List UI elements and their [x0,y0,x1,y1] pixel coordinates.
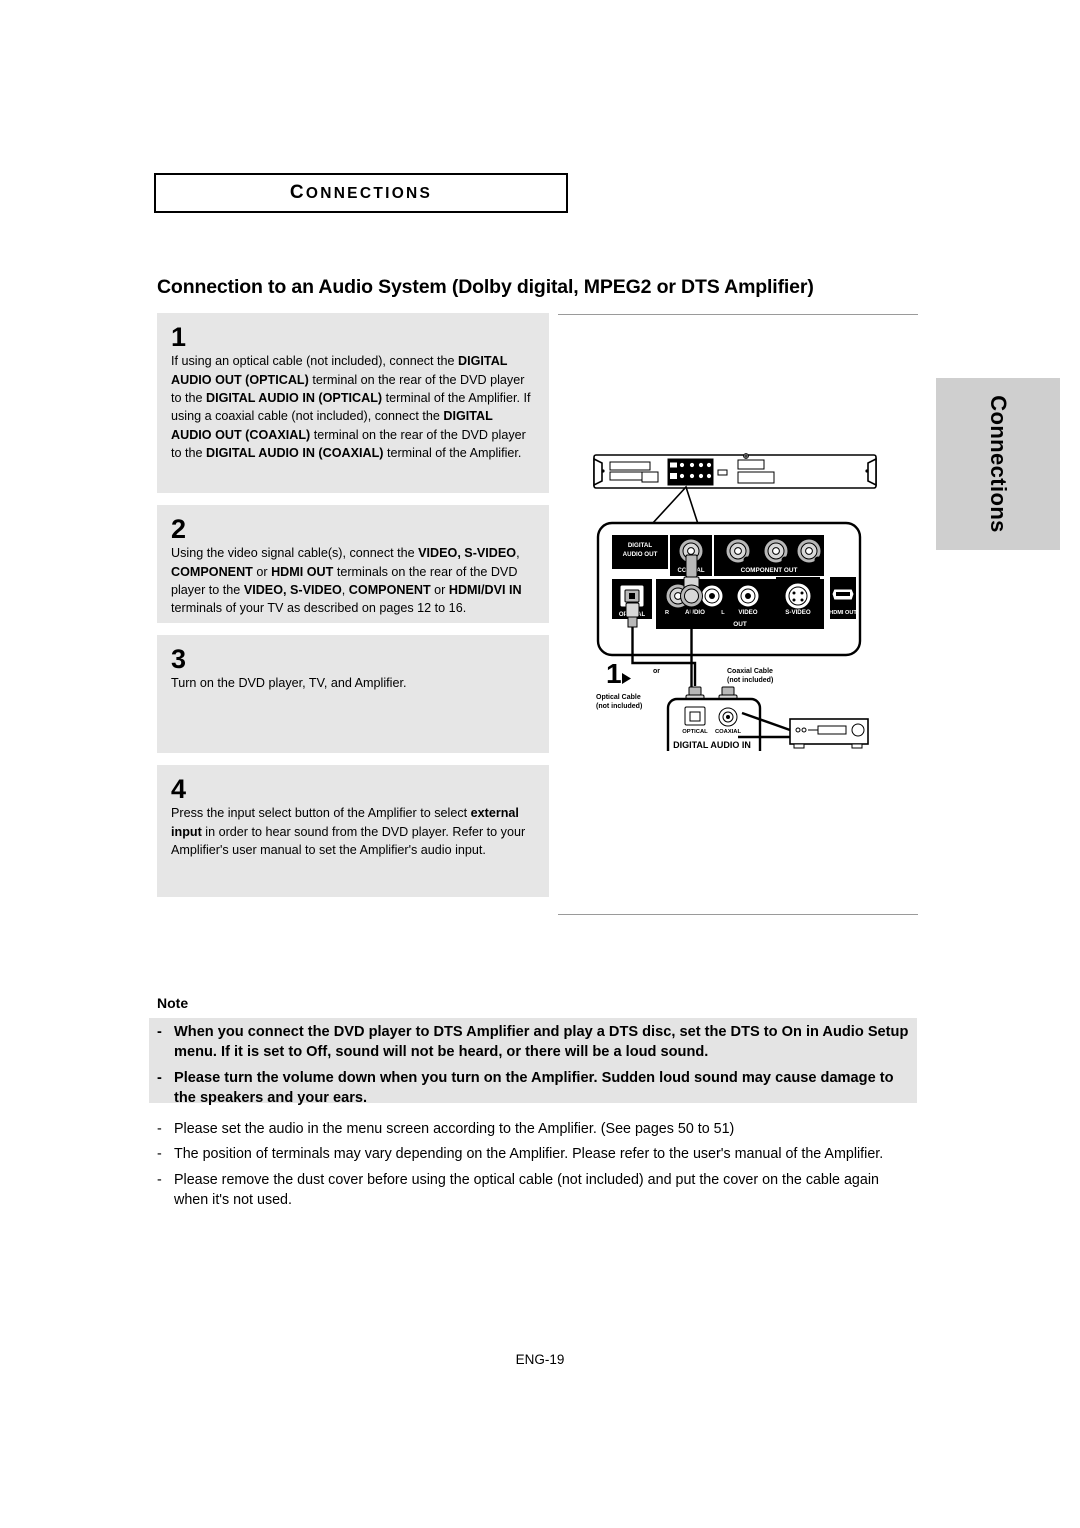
label-coaxial-cable: Coaxial Cable [727,668,773,675]
note-item-text: Please remove the dust cover before usin… [174,1171,879,1209]
step-body: Press the input select button of the Amp… [171,804,535,859]
chapter-header-box: CONNECTIONS [154,173,568,213]
dvd-amplifier-connection-illustration: .ln { stroke:#000; fill:none; } .thin{ s… [593,453,877,751]
label-or: or [653,668,660,675]
step-text-emphasis: DIGITAL AUDIO IN (OPTICAL) [206,391,383,406]
digital-audio-in-panel: OPTICAL COAXIAL DIGITAL AUDIO IN [666,697,762,751]
chapter-header-text: CONNECTIONS [290,182,432,204]
optical-plug-on-player [625,602,640,628]
note-item: - When you connect the DVD player to DTS… [157,1022,909,1063]
note-item-text: The position of terminals may vary depen… [174,1146,884,1163]
label-video: VIDEO [738,609,757,616]
label-digital: DIGITAL [628,542,653,549]
sidebar-tab-label: Connections [986,395,1011,533]
label-coaxial-cable-note: (not included) [727,677,773,684]
step-panel-3: 3 Turn on the DVD player, TV, and Amplif… [157,635,549,753]
label-jack-coaxial: COAXIAL [715,729,742,735]
label-component-out: COMPONENT OUT [741,567,798,574]
step-number: 2 [171,514,187,544]
note-item-text: Please turn the volume down when you tur… [174,1069,894,1106]
step-body: Turn on the DVD player, TV, and Amplifie… [171,674,535,692]
note-bullet-dash: - [157,1069,162,1086]
steps-list: 1 If using an optical cable (not include… [157,313,549,909]
note-item: - Please set the audio in the menu scree… [157,1119,909,1139]
step-text-fragment: or [252,564,272,579]
step-text-emphasis: HDMI/DVI IN [448,583,522,598]
note-item-text: Please set the audio in the menu screen … [174,1121,735,1138]
step-number: 3 [171,644,187,674]
step-panel-4: 4 Press the input select button of the A… [157,765,549,897]
page-title: Connection to an Audio System (Dolby dig… [157,276,814,298]
label-hdmi-out: HDMI OUT [829,610,857,616]
note-heading: Note [157,995,189,1011]
label-s-video: S-VIDEO [785,609,811,616]
label-optical-cable-note: (not included) [596,703,642,710]
note-item: - The position of terminals may vary dep… [157,1144,909,1164]
label-audio: AUDIO [685,609,705,616]
step-text-emphasis: HDMI OUT [271,564,334,579]
step-text-emphasis: COMPONENT [171,564,253,579]
callout-wedge [650,485,700,525]
step-text-fragment: Turn on the DVD player, TV, and Amplifie… [171,676,407,691]
step-text-emphasis: VIDEO, S-VIDEO [418,546,517,561]
connection-diagram-area: .ln { stroke:#000; fill:none; } .thin{ s… [558,313,918,916]
chapter-header-rest: ONNECTIONS [305,185,433,202]
label-digital-audio-in: DIGITAL AUDIO IN [673,740,751,750]
step-1-callout-marker: 1 [606,658,631,689]
diagram-bottom-divider [558,914,918,915]
step-text-fragment: Press the input select button of the Amp… [171,806,471,821]
sidebar-tab-connections: Connections [936,378,1060,550]
page-footer: ENG-19 [515,1352,565,1367]
step-text-fragment: , [341,583,349,598]
step-body: Using the video signal cable(s), connect… [171,544,535,618]
svg-text:1: 1 [606,658,622,689]
label-out: OUT [733,621,747,628]
step-number: 1 [171,322,187,352]
step-text-fragment: If using an optical cable (not included)… [171,354,459,369]
label-optical-cable: Optical Cable [596,694,641,701]
step-text-emphasis: COMPONENT [348,583,431,598]
diagram-top-divider [558,314,918,315]
step-text-emphasis: DIGITAL AUDIO IN (COAXIAL) [206,446,384,461]
step-text-fragment: , [516,546,520,561]
note-item: - Please turn the volume down when you t… [157,1068,909,1109]
step-text-fragment: in order to hear sound from the DVD play… [171,824,526,858]
note-bullet-dash: - [157,1171,162,1188]
step-body: If using an optical cable (not included)… [171,352,535,462]
step-text-emphasis: VIDEO, S-VIDEO [243,583,342,598]
label-jack-optical: OPTICAL [682,729,708,735]
step-text-fragment: terminal of the Amplifier. [383,446,522,461]
step-text-fragment: or [430,583,449,598]
step-panel-2: 2 Using the video signal cable(s), conne… [157,505,549,623]
step-number: 4 [171,774,187,804]
rear-panel-detail: DIGITAL AUDIO OUT COAXIAL [596,521,862,657]
step-text-fragment: terminals of your TV as described on pag… [171,601,467,616]
dvd-player-rear-panel [593,453,877,489]
svg-text:R: R [665,610,669,616]
note-item-text: When you connect the DVD player to DTS A… [174,1024,909,1061]
step-text-fragment: Using the video signal cable(s), connect… [171,546,419,561]
note-item: - Please remove the dust cover before us… [157,1170,909,1211]
note-bullet-dash: - [157,1146,162,1163]
step-panel-1: 1 If using an optical cable (not include… [157,313,549,493]
chapter-header-initial: C [289,182,306,203]
note-list: - When you connect the DVD player to DTS… [157,1022,909,1215]
note-bullet-dash: - [157,1121,162,1138]
label-audio-out: AUDIO OUT [623,551,658,558]
svg-text:L: L [721,610,725,616]
note-bullet-dash: - [157,1024,162,1040]
